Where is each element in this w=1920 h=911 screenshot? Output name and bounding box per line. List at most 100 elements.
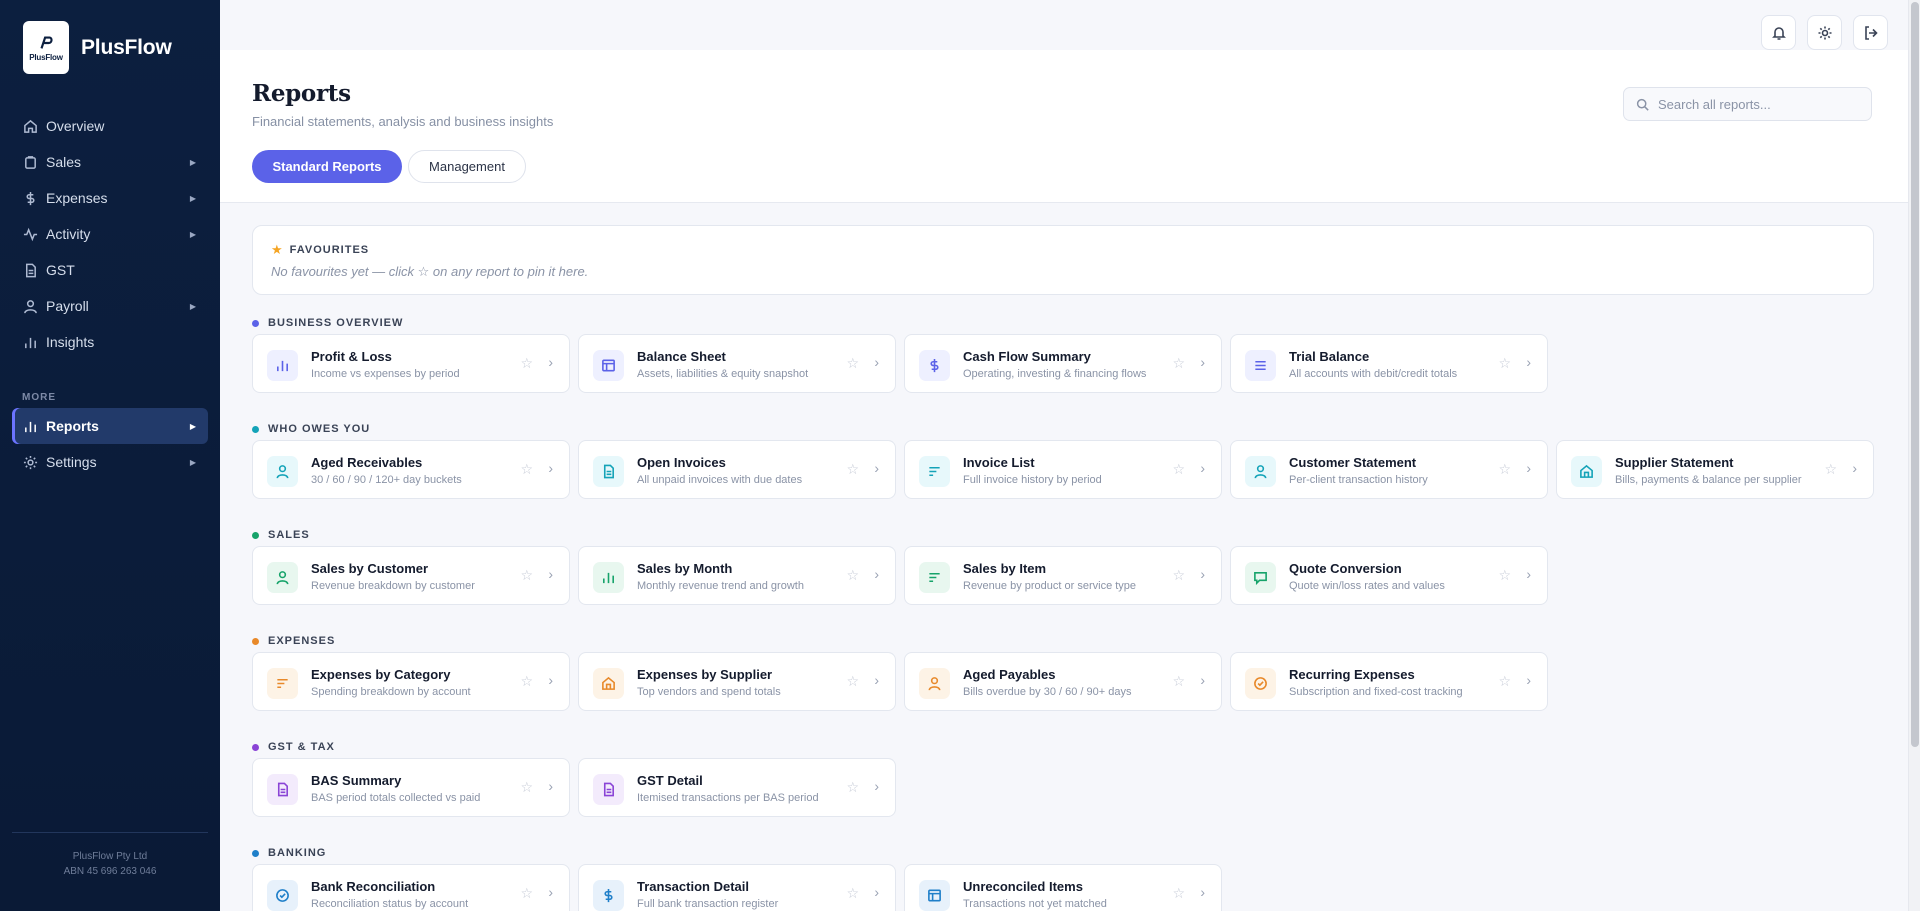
logo-glyph-icon [40,36,53,49]
sidebar-item-payroll[interactable]: Payroll ▶ [12,288,208,324]
favourite-star-icon[interactable]: ☆ [846,567,859,584]
report-card[interactable]: Transaction Detail Full bank transaction … [578,864,896,911]
report-card[interactable]: BAS Summary BAS period totals collected v… [252,758,570,817]
sidebar-item-overview[interactable]: Overview [12,108,208,144]
favourite-star-icon[interactable]: ☆ [520,779,533,796]
table-icon [593,350,624,381]
favourite-star-icon[interactable]: ☆ [520,567,533,584]
report-card-title: Open Invoices [637,455,726,470]
report-card[interactable]: Supplier Statement Bills, payments & bala… [1556,440,1874,499]
brand[interactable]: PlusFlow PlusFlow [23,21,172,74]
report-card-title: Trial Balance [1289,349,1370,364]
chevron-right-icon: › [874,672,879,688]
chevron-right-icon: › [874,460,879,476]
report-card-description: Spending breakdown by account [311,686,471,698]
favourite-star-icon[interactable]: ☆ [1172,567,1185,584]
favourite-star-icon[interactable]: ☆ [846,673,859,690]
favourite-star-icon[interactable]: ☆ [846,885,859,902]
settings-button[interactable] [1807,15,1842,50]
sidebar-item-activity[interactable]: Activity ▶ [12,216,208,252]
scrollbar-thumb[interactable] [1911,2,1919,747]
report-card-description: Quote win/loss rates and values [1289,580,1445,592]
report-card[interactable]: Sales by Month Monthly revenue trend and … [578,546,896,605]
activity-icon [22,226,38,242]
sort-icon [919,456,950,487]
report-card[interactable]: Cash Flow Summary Operating, investing & … [904,334,1222,393]
report-card-title: Aged Receivables [311,455,423,470]
sidebar-item-reports[interactable]: Reports ▶ [12,408,208,444]
report-card-title: Sales by Item [963,561,1047,576]
report-card[interactable]: Sales by Item Revenue by product or servi… [904,546,1222,605]
favourite-star-icon[interactable]: ☆ [1172,673,1185,690]
favourite-star-icon[interactable]: ☆ [520,355,533,372]
favourite-star-icon[interactable]: ☆ [520,885,533,902]
tab-standard-reports[interactable]: Standard Reports [252,150,402,183]
report-card[interactable]: Quote Conversion Quote win/loss rates and… [1230,546,1548,605]
home-icon [22,118,38,134]
report-card[interactable]: Aged Payables Bills overdue by 30 / 60 / … [904,652,1222,711]
person-icon [267,456,298,487]
company-info: PlusFlow Pty Ltd ABN 45 696 263 046 [0,849,220,879]
report-card[interactable]: Sales by Customer Revenue breakdown by cu… [252,546,570,605]
favourite-star-icon[interactable]: ☆ [520,673,533,690]
person-icon [267,562,298,593]
favourite-star-icon[interactable]: ☆ [1824,461,1837,478]
report-card[interactable]: GST Detail Itemised transactions per BAS … [578,758,896,817]
search-box [1623,87,1872,121]
sidebar-item-sales[interactable]: Sales ▶ [12,144,208,180]
sidebar-item-gst[interactable]: GST [12,252,208,288]
favourite-star-icon[interactable]: ☆ [520,461,533,478]
report-card[interactable]: Aged Receivables 30 / 60 / 90 / 120+ day … [252,440,570,499]
expand-caret-icon: ▶ [189,421,196,431]
report-card[interactable]: Customer Statement Per-client transaction… [1230,440,1548,499]
brand-logo: PlusFlow [23,21,69,74]
favourite-star-icon[interactable]: ☆ [1498,567,1511,584]
dollar-icon [593,880,624,911]
report-card-description: Transactions not yet matched [963,898,1107,910]
notifications-button[interactable] [1761,15,1796,50]
favourite-star-icon[interactable]: ☆ [846,779,859,796]
tab-management[interactable]: Management [408,150,526,183]
favourite-star-icon[interactable]: ☆ [1498,355,1511,372]
favourite-star-icon[interactable]: ☆ [846,461,859,478]
report-card[interactable]: Balance Sheet Assets, liabilities & equit… [578,334,896,393]
favourite-star-icon[interactable]: ☆ [1172,885,1185,902]
favourite-star-icon[interactable]: ☆ [1498,673,1511,690]
report-card[interactable]: Invoice List Full invoice history by peri… [904,440,1222,499]
report-card[interactable]: Trial Balance All accounts with debit/cre… [1230,334,1548,393]
sidebar-item-insights[interactable]: Insights [12,324,208,360]
sidebar-item-expenses[interactable]: Expenses ▶ [12,180,208,216]
document-icon [267,774,298,805]
search-input[interactable] [1658,96,1858,112]
chevron-right-icon: › [548,460,553,476]
report-card[interactable]: Profit & Loss Income vs expenses by perio… [252,334,570,393]
report-card[interactable]: Expenses by Supplier Top vendors and spen… [578,652,896,711]
page-subtitle: Financial statements, analysis and busin… [252,114,554,129]
favourite-star-icon[interactable]: ☆ [1498,461,1511,478]
expand-caret-icon: ▶ [189,301,196,311]
logo-text: PlusFlow [29,52,63,62]
sidebar-section-label: MORE [22,392,56,403]
report-card[interactable]: Open Invoices All unpaid invoices with du… [578,440,896,499]
report-card[interactable]: Recurring Expenses Subscription and fixed… [1230,652,1548,711]
favourites-title: ★ FAVOURITES [271,242,369,258]
chevron-right-icon: › [874,354,879,370]
sidebar-divider [12,832,208,833]
search-icon [1636,98,1649,111]
scrollbar[interactable] [1908,0,1920,911]
chevron-right-icon: › [548,672,553,688]
report-card-title: Recurring Expenses [1289,667,1415,682]
page-header: Reports Financial statements, analysis a… [220,50,1908,203]
report-card[interactable]: Expenses by Category Spending breakdown b… [252,652,570,711]
logout-button[interactable] [1853,15,1888,50]
report-card-title: Supplier Statement [1615,455,1734,470]
favourites-empty-message: No favourites yet — click ☆ on any repor… [271,264,589,279]
favourite-star-icon[interactable]: ☆ [846,355,859,372]
sidebar-item-settings[interactable]: Settings ▶ [12,444,208,480]
report-card-title: Cash Flow Summary [963,349,1091,364]
report-card[interactable]: Unreconciled Items Transactions not yet m… [904,864,1222,911]
report-card[interactable]: Bank Reconciliation Reconciliation status… [252,864,570,911]
favourite-star-icon[interactable]: ☆ [1172,461,1185,478]
building-icon [593,668,624,699]
favourite-star-icon[interactable]: ☆ [1172,355,1185,372]
